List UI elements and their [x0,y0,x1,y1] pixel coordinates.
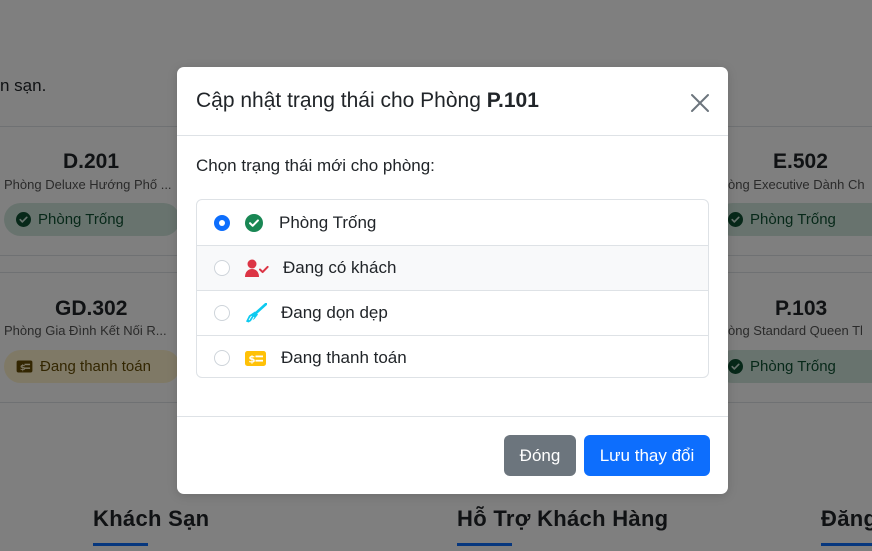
modal-header: Cập nhật trạng thái cho Phòng P.101 [177,67,728,136]
radio-button[interactable] [214,214,230,231]
modal-footer: Đóng Lưu thay đổi [177,416,728,494]
modal-title: Cập nhật trạng thái cho Phòng P.101 [196,89,539,112]
close-button[interactable] [686,89,714,117]
status-option-list: Phòng Trống Đang có khách Đang dọn dẹp $… [196,199,709,378]
radio-button[interactable] [214,260,230,276]
check-circle-icon [245,213,263,232]
room-number: P.101 [486,89,539,112]
radio-button[interactable] [214,350,230,366]
status-prompt: Chọn trạng thái mới cho phòng: [196,156,435,175]
option-label: Phòng Trống [279,212,377,232]
status-update-modal: Cập nhật trạng thái cho Phòng P.101 Chọn… [177,67,728,494]
option-label: Đang dọn dẹp [281,303,388,322]
status-option-checkout[interactable]: $ Đang thanh toán [197,335,708,377]
option-label: Đang có khách [283,258,397,277]
svg-text:$: $ [249,354,256,365]
close-icon [691,94,709,112]
save-changes-button[interactable]: Lưu thay đổi [584,435,710,476]
person-check-icon [245,259,269,278]
status-option-occupied[interactable]: Đang có khách [197,245,708,290]
option-label: Đang thanh toán [281,348,407,367]
broom-icon [245,303,267,323]
status-option-vacant[interactable]: Phòng Trống [197,200,708,245]
close-modal-button[interactable]: Đóng [504,435,576,476]
cash-card-icon: $ [245,350,266,366]
radio-button[interactable] [214,305,230,321]
modal-body: Chọn trạng thái mới cho phòng: Phòng Trố… [177,136,728,416]
status-option-cleaning[interactable]: Đang dọn dẹp [197,290,708,335]
